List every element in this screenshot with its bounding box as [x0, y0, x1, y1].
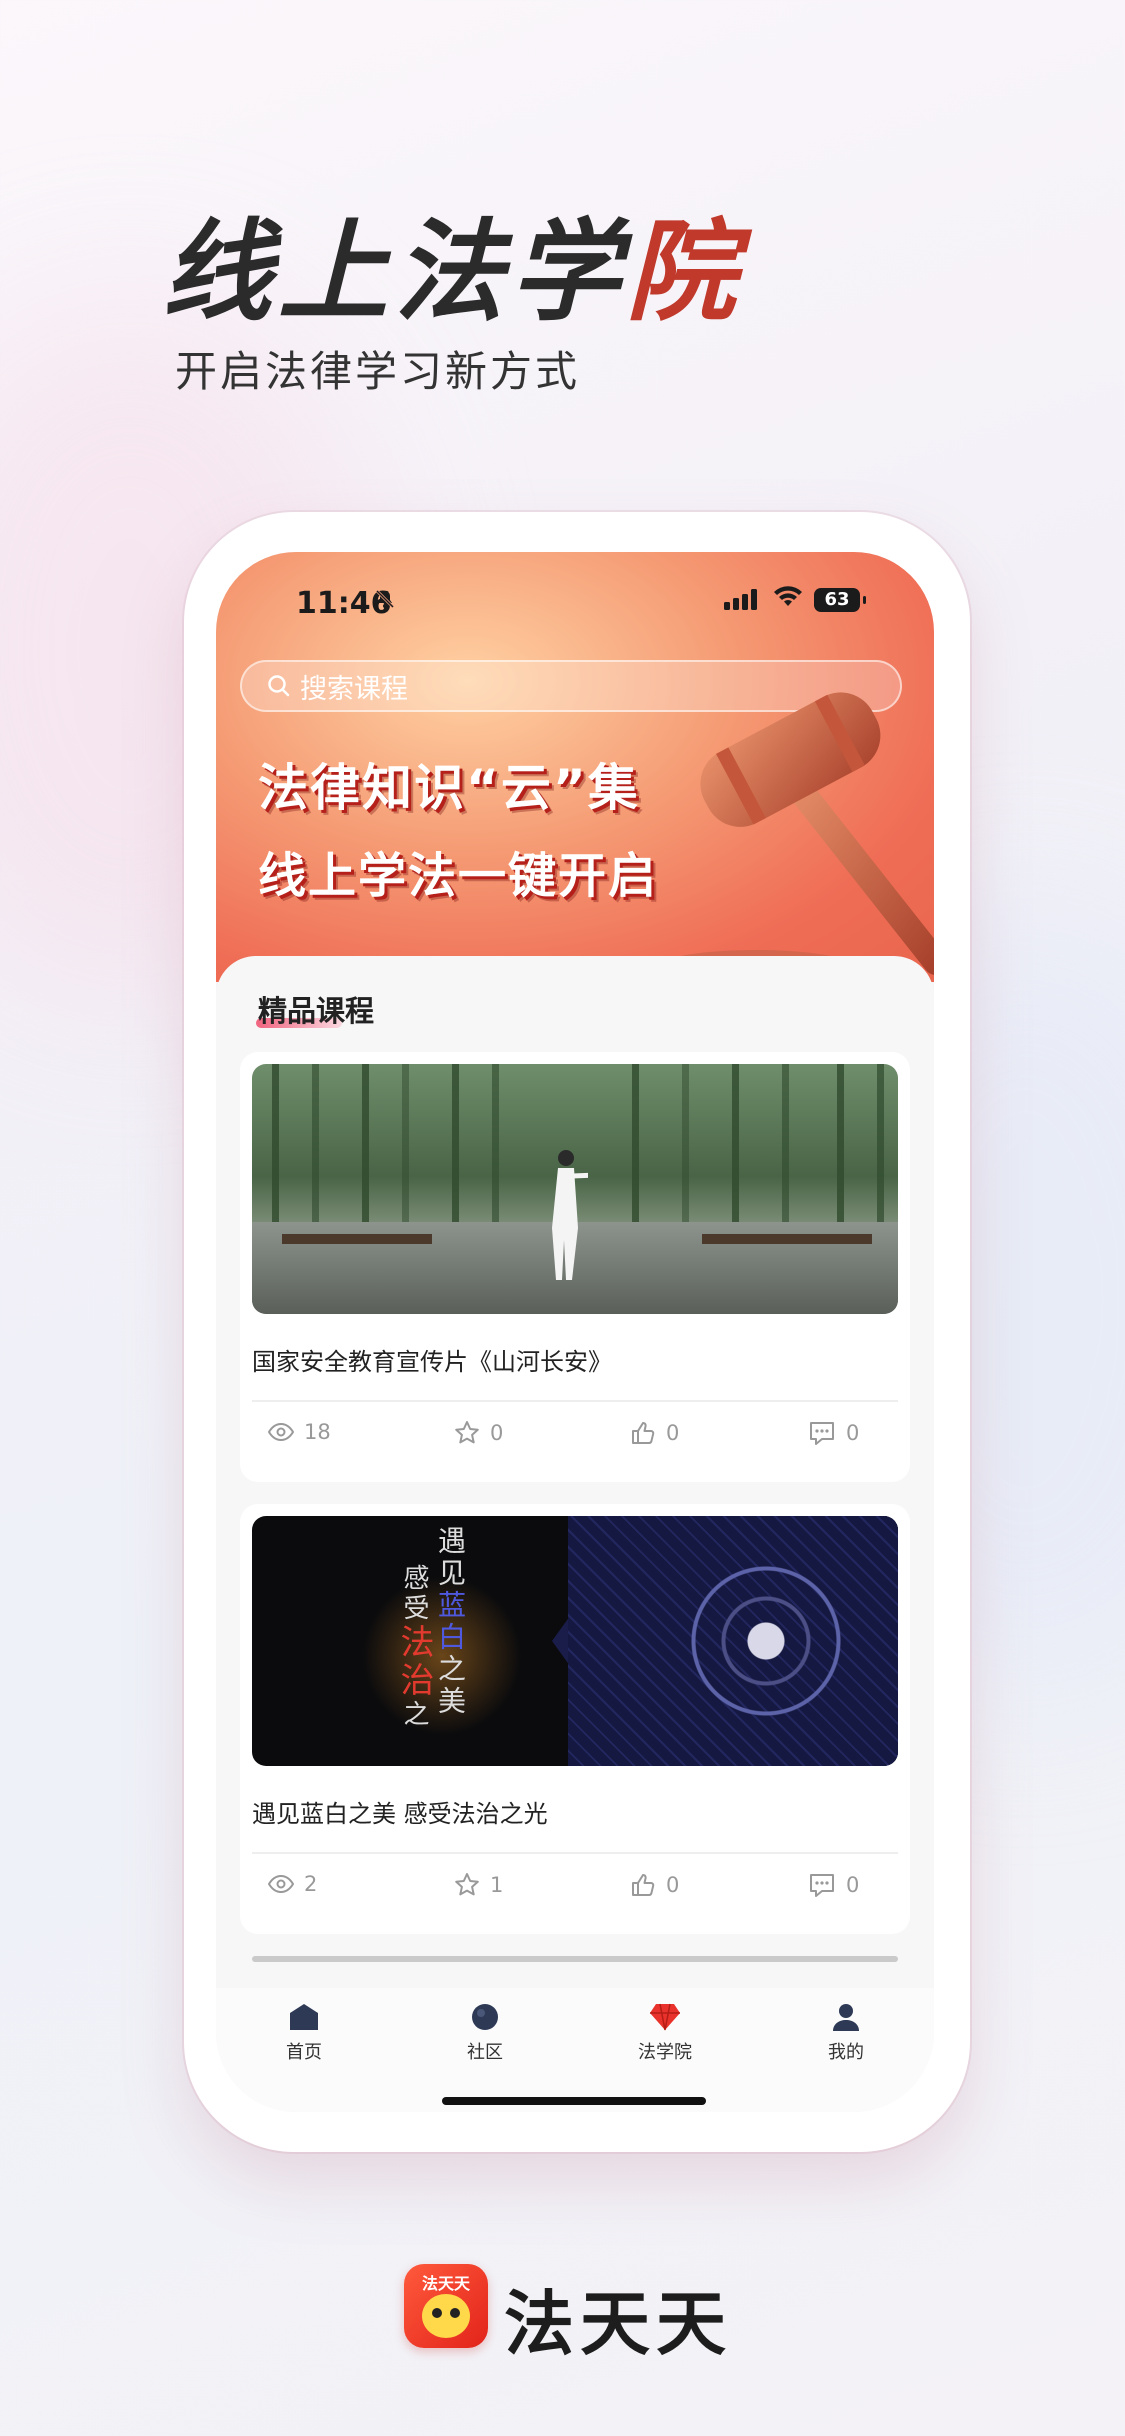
tab-home[interactable]: 首页	[244, 2002, 364, 2064]
like-button[interactable]: 0	[630, 1420, 679, 1446]
diamond-icon	[650, 2003, 680, 2031]
tab-profile[interactable]: 我的	[786, 2002, 906, 2064]
search-placeholder: 搜索课程	[300, 673, 408, 705]
course-thumbnail[interactable]	[252, 1064, 898, 1314]
favorite-button[interactable]: 1	[454, 1872, 503, 1898]
banner-headline-1: 法律知识“云”集	[258, 759, 640, 817]
next-course-card-edge	[252, 1956, 898, 1962]
views-stat: 18	[268, 1420, 331, 1444]
course-title[interactable]: 遇见蓝白之美 感受法治之光	[252, 1794, 548, 1829]
course-thumbnail[interactable]: 遇见蓝白之美 感受法治之	[252, 1516, 898, 1766]
thumbs-up-icon	[632, 1422, 655, 1444]
tab-label: 法学院	[638, 2042, 692, 2063]
profile-icon	[833, 2004, 859, 2031]
course-list-panel: 精品课程 国家安全教育宣传片《山河长安》 18 0 0 0 遇见蓝白之美 感受法…	[216, 956, 934, 2112]
comment-icon	[810, 1874, 834, 1897]
comments-count: 0	[846, 1873, 860, 1897]
home-icon	[290, 2004, 318, 2030]
course-stats: 2 1 0 0	[240, 1872, 910, 1912]
course-title[interactable]: 国家安全教育宣传片《山河长安》	[252, 1342, 612, 1377]
tab-law-school[interactable]: 法学院	[605, 2002, 725, 2064]
eye-icon	[268, 1423, 294, 1441]
comment-button[interactable]: 0	[808, 1872, 859, 1898]
phone-screen: 11:46 63 搜索课程 法律知识“云”集 线上学法一键开启 精品课程 国家安…	[216, 552, 934, 2112]
battery-indicator: 63	[814, 588, 866, 612]
like-button[interactable]: 0	[630, 1872, 679, 1898]
star-icon	[455, 1873, 479, 1896]
app-logo: 法天天	[404, 2264, 488, 2348]
favorites-count: 1	[490, 1873, 504, 1897]
community-icon	[472, 2004, 498, 2030]
banner-headline-2: 线上学法一键开启	[258, 848, 659, 904]
status-bar: 11:46 63	[216, 580, 934, 630]
tab-label: 首页	[286, 2042, 322, 2063]
tab-label: 社区	[467, 2042, 503, 2063]
likes-count: 0	[666, 1873, 680, 1897]
gavel-illustration	[646, 692, 934, 982]
tab-community[interactable]: 社区	[425, 2002, 545, 2064]
tab-label: 我的	[828, 2042, 864, 2063]
card-divider	[252, 1400, 898, 1402]
wifi-icon	[772, 584, 804, 614]
course-stats: 18 0 0 0	[240, 1420, 910, 1460]
cellular-signal-icon	[724, 588, 762, 614]
section-title: 精品课程	[258, 994, 375, 1028]
comment-icon	[810, 1422, 834, 1445]
views-count: 2	[304, 1872, 318, 1896]
favorites-count: 0	[490, 1421, 504, 1445]
views-stat: 2	[268, 1872, 317, 1896]
views-count: 18	[304, 1420, 331, 1444]
home-indicator[interactable]	[442, 2097, 706, 2105]
bottom-tab-bar: 首页 社区 法学院 我的	[216, 1988, 934, 2112]
banner: 11:46 63 搜索课程 法律知识“云”集 线上学法一键开启	[216, 552, 934, 982]
eye-icon	[268, 1875, 294, 1893]
likes-count: 0	[666, 1421, 680, 1445]
comments-count: 0	[846, 1421, 860, 1445]
thumbs-up-icon	[632, 1874, 655, 1896]
course-card[interactable]: 国家安全教育宣传片《山河长安》 18 0 0 0	[240, 1052, 910, 1482]
favorite-button[interactable]: 0	[454, 1420, 503, 1446]
mute-icon	[374, 588, 396, 616]
search-icon	[268, 675, 290, 697]
course-card[interactable]: 遇见蓝白之美 感受法治之 遇见蓝白之美 感受法治之光 2 1 0 0	[240, 1504, 910, 1934]
hero-title: 线上法学院	[162, 208, 742, 336]
hero-subtitle: 开启法律学习新方式	[175, 347, 581, 396]
app-name: 法天天	[504, 2283, 732, 2365]
comment-button[interactable]: 0	[808, 1420, 859, 1446]
card-divider	[252, 1852, 898, 1854]
thumbnail-caption-2: 感受法治之	[394, 1564, 434, 1730]
star-icon	[455, 1421, 479, 1444]
